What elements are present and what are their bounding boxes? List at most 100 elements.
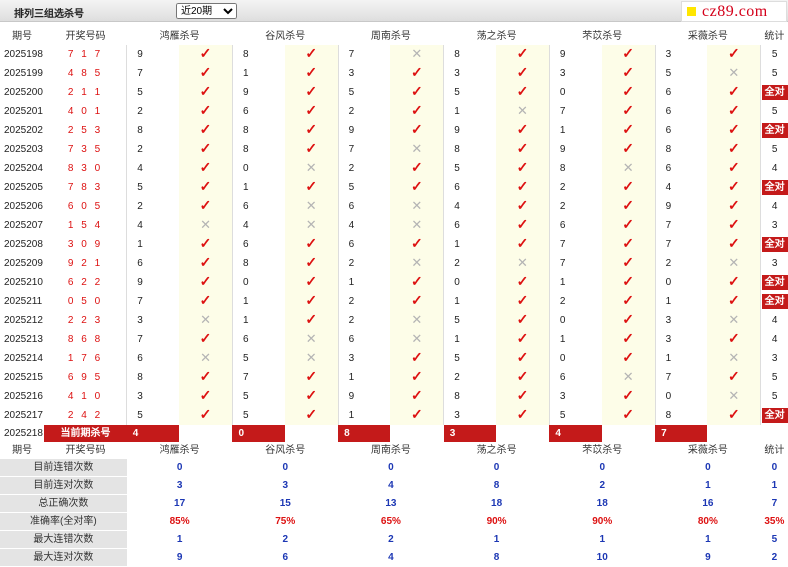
site-logo[interactable]: cz89.com — [681, 1, 787, 22]
header-expert[interactable]: 鸿雁杀号 — [127, 442, 233, 459]
header-expert[interactable]: 荡之杀号 — [444, 442, 550, 459]
check-icon: ✓ — [410, 273, 423, 289]
result-cell: ✓ — [601, 140, 656, 159]
draw-number-cell: 8 3 0 — [67, 163, 103, 174]
check-icon: ✓ — [410, 349, 423, 365]
check-icon: ✓ — [516, 216, 529, 232]
header-expert[interactable]: 周南杀号 — [338, 442, 444, 459]
header-expert[interactable]: 荡之杀号 — [444, 28, 550, 45]
stat-cell: 全对 — [760, 178, 788, 197]
result-cell: ✓ — [707, 83, 762, 102]
current-kill-number: 3 — [443, 425, 497, 442]
result-cell: ✓ — [390, 159, 445, 178]
kill-number-cell: 8 — [231, 121, 285, 140]
summary-stat-value: 35% — [764, 516, 785, 527]
result-cell: ✓ — [707, 159, 762, 178]
check-icon: ✓ — [305, 406, 318, 422]
summary-label: 准确率(全对率) — [0, 512, 127, 531]
header-expert[interactable]: 芣苡杀号 — [549, 28, 655, 45]
check-icon: ✓ — [622, 273, 635, 289]
table-row: 2025204 8 3 0 4 ✓ 0 ✕ 2 ✓ 5 ✓ 8 ✕ 6 ✓ 4 — [0, 159, 788, 178]
result-cell: ✓ — [601, 273, 656, 292]
result-cell: ✓ — [390, 349, 445, 368]
result-cell: ✓ — [496, 140, 550, 159]
period-cell: 2025202 — [4, 125, 43, 136]
result-cell: ✓ — [390, 102, 445, 121]
result-cell: ✕ — [601, 368, 656, 387]
result-cell: ✕ — [284, 330, 339, 349]
stat-cell: 4 — [760, 330, 788, 349]
check-icon: ✓ — [305, 292, 318, 308]
check-icon: ✓ — [516, 273, 529, 289]
result-cell: ✓ — [284, 368, 339, 387]
result-cell: ✓ — [284, 273, 339, 292]
result-cell: ✓ — [707, 45, 762, 64]
summary-label: 总正确次数 — [0, 494, 127, 513]
result-cell: ✓ — [179, 64, 233, 83]
check-icon: ✓ — [516, 159, 529, 175]
kill-number-cell: 4 — [443, 197, 497, 216]
kill-number-cell: 3 — [654, 45, 708, 64]
header-expert[interactable]: 周南杀号 — [338, 28, 444, 45]
table-row: 2025201 4 0 1 2 ✓ 6 ✓ 2 ✓ 1 ✕ 7 ✓ 6 ✓ 5 — [0, 102, 788, 121]
check-icon: ✓ — [516, 45, 529, 61]
check-icon: ✓ — [410, 235, 423, 251]
table-row: 2025207 1 5 4 4 ✕ 4 ✕ 4 ✕ 6 ✓ 6 ✓ 7 ✓ 3 — [0, 216, 788, 235]
result-cell: ✓ — [284, 140, 339, 159]
header-expert[interactable]: 采薇杀号 — [655, 28, 761, 45]
period-range-select[interactable]: 近20期 — [176, 3, 237, 19]
header-expert[interactable]: 采薇杀号 — [655, 442, 761, 459]
check-icon: ✓ — [199, 102, 212, 118]
kill-number-cell: 7 — [548, 235, 602, 254]
result-cell: ✓ — [707, 235, 762, 254]
stat-cell: 3 — [760, 216, 788, 235]
kill-number-cell: 5 — [443, 349, 497, 368]
current-stat-blank — [760, 425, 788, 442]
result-cell: ✓ — [284, 235, 339, 254]
all-correct-badge: 全对 — [761, 275, 788, 290]
summary-value: 15 — [279, 498, 291, 509]
draw-number-cell: 9 2 1 — [67, 258, 103, 269]
kill-number-cell: 2 — [126, 140, 180, 159]
kill-number-cell: 4 — [231, 216, 285, 235]
result-cell: ✕ — [390, 140, 445, 159]
kill-number-cell: 1 — [548, 330, 602, 349]
result-cell: ✓ — [601, 349, 656, 368]
kill-number-cell: 2 — [337, 102, 391, 121]
header-expert[interactable]: 鸿雁杀号 — [127, 28, 233, 45]
cross-icon: ✕ — [305, 331, 317, 346]
current-kill-number: 4 — [549, 425, 602, 442]
kill-number-cell: 5 — [548, 406, 602, 425]
all-correct-badge: 全对 — [761, 408, 788, 423]
check-icon: ✓ — [516, 368, 529, 384]
kill-number-cell: 0 — [231, 273, 285, 292]
kill-number-cell: 9 — [337, 387, 391, 406]
draw-number-cell: 1 5 4 — [67, 220, 103, 231]
header-expert[interactable]: 谷风杀号 — [232, 28, 338, 45]
logo-square-icon — [687, 7, 696, 16]
result-cell: ✓ — [707, 406, 762, 425]
check-icon: ✓ — [622, 406, 635, 422]
summary-row: 目前连对次数 3 3 4 8 2 1 1 — [0, 476, 788, 495]
summary-value: 80% — [697, 516, 718, 527]
result-cell: ✓ — [496, 83, 550, 102]
result-cell: ✓ — [496, 178, 550, 197]
check-icon: ✓ — [727, 368, 740, 384]
cross-icon: ✕ — [305, 160, 317, 175]
kill-number-cell: 9 — [548, 45, 602, 64]
header-expert[interactable]: 芣苡杀号 — [549, 442, 655, 459]
current-period-row: 2025218 当前期杀号 4 0 8 3 4 7 — [0, 425, 788, 442]
summary-value: 6 — [282, 552, 289, 563]
result-cell: ✓ — [496, 216, 550, 235]
period-cell: 2025213 — [4, 334, 43, 345]
result-cell: ✓ — [179, 235, 233, 254]
period-cell: 2025210 — [4, 277, 43, 288]
cross-icon: ✕ — [517, 255, 528, 270]
kill-number-cell: 5 — [231, 406, 285, 425]
check-icon: ✓ — [199, 121, 212, 137]
summary-value: 16 — [702, 498, 714, 509]
header-expert[interactable]: 谷风杀号 — [232, 442, 338, 459]
table-row: 2025217 2 4 2 5 ✓ 5 ✓ 1 ✓ 3 ✓ 5 ✓ 8 ✓ 全对 — [0, 406, 788, 425]
kill-number-cell: 5 — [231, 387, 285, 406]
check-icon: ✓ — [199, 140, 212, 156]
